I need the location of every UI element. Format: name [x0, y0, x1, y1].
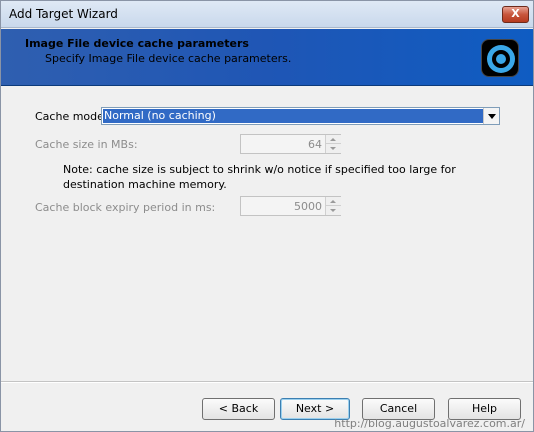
cache-size-note: Note: cache size is subject to shrink w/…	[63, 163, 456, 191]
header-banner: Image File device cache parameters Speci…	[1, 29, 533, 86]
spin-up-icon[interactable]	[326, 135, 341, 144]
chevron-down-icon[interactable]	[483, 108, 499, 124]
expiry-spin-buttons	[325, 197, 341, 215]
expiry-spinner[interactable]: 5000	[240, 196, 341, 216]
spin-down-icon[interactable]	[326, 144, 341, 153]
close-button[interactable]: X	[502, 6, 529, 23]
footer-divider	[1, 381, 533, 383]
watermark-text: http://blog.augustoalvarez.com.ar/	[334, 417, 525, 430]
page-subtitle: Specify Image File device cache paramete…	[45, 52, 292, 65]
page-title: Image File device cache parameters	[25, 37, 249, 50]
cache-size-spin-buttons	[325, 135, 341, 153]
back-button[interactable]: < Back	[202, 398, 275, 420]
cache-mode-label: Cache mode	[35, 110, 104, 123]
cache-size-label: Cache size in MBs:	[35, 138, 138, 151]
cache-size-spinner[interactable]: 64	[240, 134, 341, 154]
cache-size-value: 64	[308, 138, 322, 151]
title-bar: Add Target Wizard X	[1, 1, 533, 28]
expiry-label: Cache block expiry period in ms:	[35, 201, 216, 214]
spin-down-icon[interactable]	[326, 206, 341, 215]
cache-mode-value: Normal (no caching)	[102, 108, 485, 124]
target-disc-icon	[481, 39, 519, 77]
wizard-window: Add Target Wizard X Image File device ca…	[0, 0, 534, 432]
window-title: Add Target Wizard	[9, 7, 118, 21]
expiry-value: 5000	[294, 200, 322, 213]
cache-mode-select[interactable]: Normal (no caching)	[101, 107, 500, 125]
spin-up-icon[interactable]	[326, 197, 341, 206]
